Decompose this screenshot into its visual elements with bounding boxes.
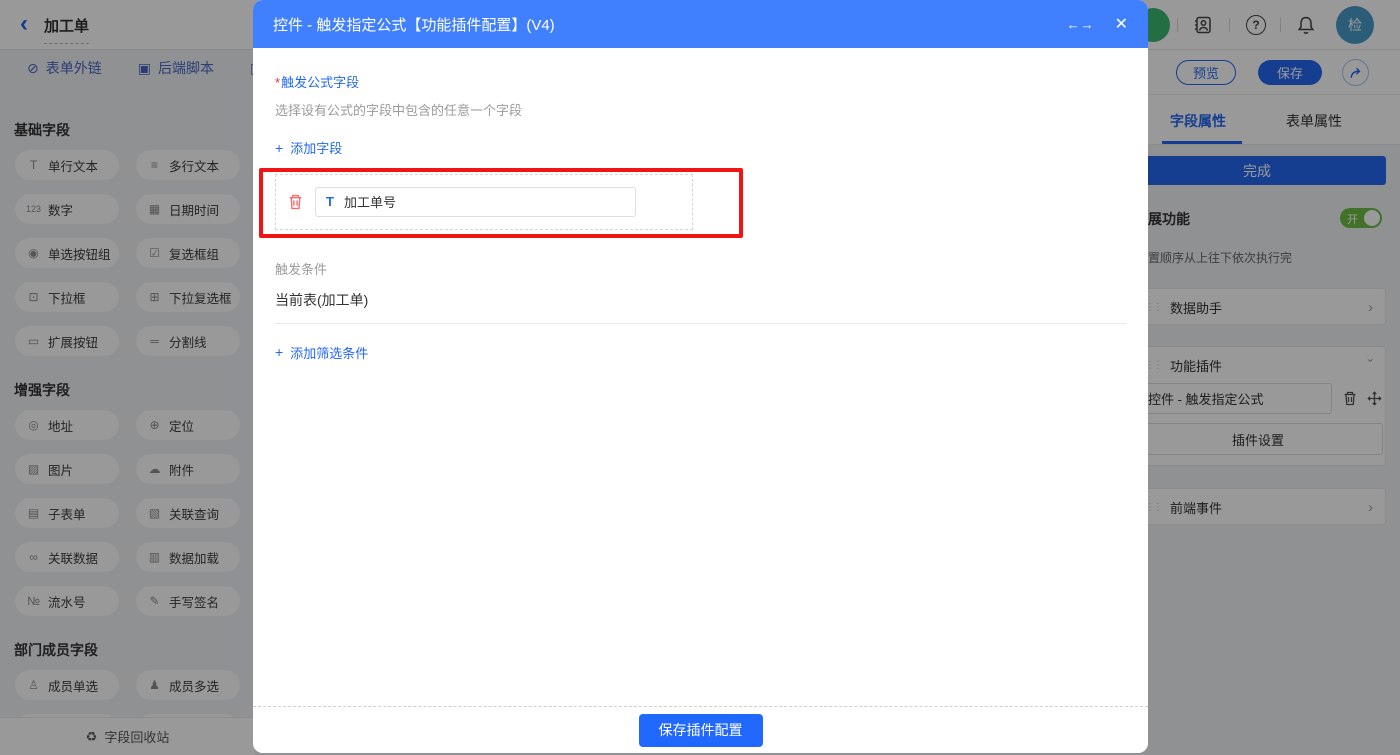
modal-footer: 保存插件配置 xyxy=(253,706,1148,753)
selected-field-chip[interactable]: T 加工单号 xyxy=(315,187,636,217)
expand-icon[interactable]: ←→ xyxy=(1067,17,1095,32)
add-field-label: 添加字段 xyxy=(290,138,342,157)
required-mark: * xyxy=(275,75,280,90)
trigger-field-description: 选择设有公式的字段中包含的任意一个字段 xyxy=(275,100,1126,119)
delete-field-trash-icon[interactable] xyxy=(288,194,303,210)
plus-icon: + xyxy=(275,344,283,360)
selected-field-name: 加工单号 xyxy=(344,192,396,211)
text-type-icon: T xyxy=(326,194,334,209)
modal-header[interactable]: 控件 - 触发指定公式【功能插件配置】(V4) ←→ ✕ xyxy=(253,0,1148,48)
modal-title: 控件 - 触发指定公式【功能插件配置】(V4) xyxy=(273,14,555,35)
modal-body: *触发公式字段 选择设有公式的字段中包含的任意一个字段 + 添加字段 T 加工单… xyxy=(253,48,1148,706)
selected-field-row: T 加工单号 xyxy=(275,174,693,230)
trigger-field-label-text: 触发公式字段 xyxy=(281,75,359,90)
plus-icon: + xyxy=(275,140,283,156)
plugin-config-modal: 控件 - 触发指定公式【功能插件配置】(V4) ←→ ✕ *触发公式字段 选择设… xyxy=(253,0,1148,753)
add-field-link[interactable]: + 添加字段 xyxy=(275,138,342,157)
add-filter-label: 添加筛选条件 xyxy=(290,343,368,362)
trigger-condition-value[interactable]: 当前表(加工单) xyxy=(275,290,1126,324)
trigger-field-label: *触发公式字段 xyxy=(275,72,1126,91)
trigger-condition-label: 触发条件 xyxy=(275,259,1126,278)
close-icon[interactable]: ✕ xyxy=(1115,14,1128,34)
save-plugin-config-button[interactable]: 保存插件配置 xyxy=(639,714,763,747)
add-filter-link[interactable]: + 添加筛选条件 xyxy=(275,343,368,362)
